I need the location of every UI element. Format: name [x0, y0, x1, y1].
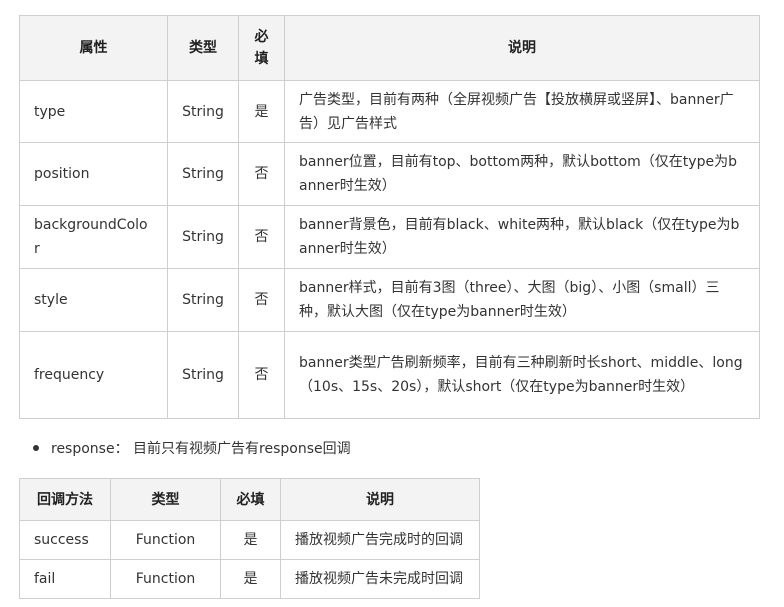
param-required: 否	[238, 331, 285, 419]
callback-type: Function	[110, 559, 221, 599]
callback-name: fail	[19, 559, 111, 599]
table-row: style String 否 banner样式，目前有3图（three）、大图（…	[19, 268, 760, 332]
bullet-icon	[33, 445, 39, 451]
callback-required: 是	[220, 559, 281, 599]
table-row: position String 否 banner位置，目前有top、bottom…	[19, 142, 760, 206]
callback-table: 回调方法 类型 必填 说明 success Function 是 播放视频广告完…	[19, 478, 480, 599]
header-type: 类型	[110, 478, 221, 521]
table-row: type String 是 广告类型，目前有两种（全屏视频广告【投放横屏或竖屏】…	[19, 80, 760, 143]
callback-table-header: 回调方法 类型 必填 说明	[19, 478, 480, 521]
param-required: 否	[238, 142, 285, 206]
callback-type: Function	[110, 520, 221, 560]
param-description: banner背景色，目前有black、white两种，默认black（仅在typ…	[284, 205, 760, 269]
param-name: style	[19, 268, 168, 332]
header-method: 回调方法	[19, 478, 111, 521]
table-row: frequency String 否 banner类型广告刷新频率，目前有三种刷…	[19, 331, 760, 419]
table-row: backgroundColor String 否 banner背景色，目前有bl…	[19, 205, 760, 269]
param-description: 广告类型，目前有两种（全屏视频广告【投放横屏或竖屏】、banner广告）见广告样…	[284, 80, 760, 143]
param-type: String	[167, 205, 239, 269]
header-required: 必填	[220, 478, 281, 521]
params-table-header: 属性 类型 必 填 说明	[19, 15, 760, 81]
callback-required: 是	[220, 520, 281, 560]
callback-description: 播放视频广告完成时的回调	[280, 520, 480, 560]
params-table: 属性 类型 必 填 说明 type String 是 广告类型，目前有两种（全屏…	[19, 15, 760, 419]
param-description: banner样式，目前有3图（three）、大图（big）、小图（small）三…	[284, 268, 760, 332]
param-type: String	[167, 331, 239, 419]
param-description: banner类型广告刷新频率，目前有三种刷新时长short、middle、lon…	[284, 331, 760, 419]
param-description: banner位置，目前有top、bottom两种，默认bottom（仅在type…	[284, 142, 760, 206]
param-name: backgroundColor	[19, 205, 168, 269]
header-type: 类型	[167, 15, 239, 81]
response-note: response： 目前只有视频广告有response回调	[51, 441, 351, 457]
header-description: 说明	[284, 15, 760, 81]
param-name: frequency	[19, 331, 168, 419]
table-row: success Function 是 播放视频广告完成时的回调	[19, 520, 480, 560]
param-type: String	[167, 142, 239, 206]
callback-name: success	[19, 520, 111, 560]
param-type: String	[167, 80, 239, 143]
header-required-line1: 必	[254, 29, 269, 45]
header-required: 必 填	[238, 15, 285, 81]
header-required-line2: 填	[254, 51, 269, 67]
response-note-list: response： 目前只有视频广告有response回调	[33, 437, 351, 461]
param-required: 否	[238, 205, 285, 269]
response-note-item: response： 目前只有视频广告有response回调	[33, 437, 351, 461]
callback-description: 播放视频广告未完成时回调	[280, 559, 480, 599]
param-name: type	[19, 80, 168, 143]
header-description: 说明	[280, 478, 480, 521]
header-property: 属性	[19, 15, 168, 81]
param-name: position	[19, 142, 168, 206]
param-required: 是	[238, 80, 285, 143]
param-type: String	[167, 268, 239, 332]
param-required: 否	[238, 268, 285, 332]
table-row: fail Function 是 播放视频广告未完成时回调	[19, 559, 480, 599]
